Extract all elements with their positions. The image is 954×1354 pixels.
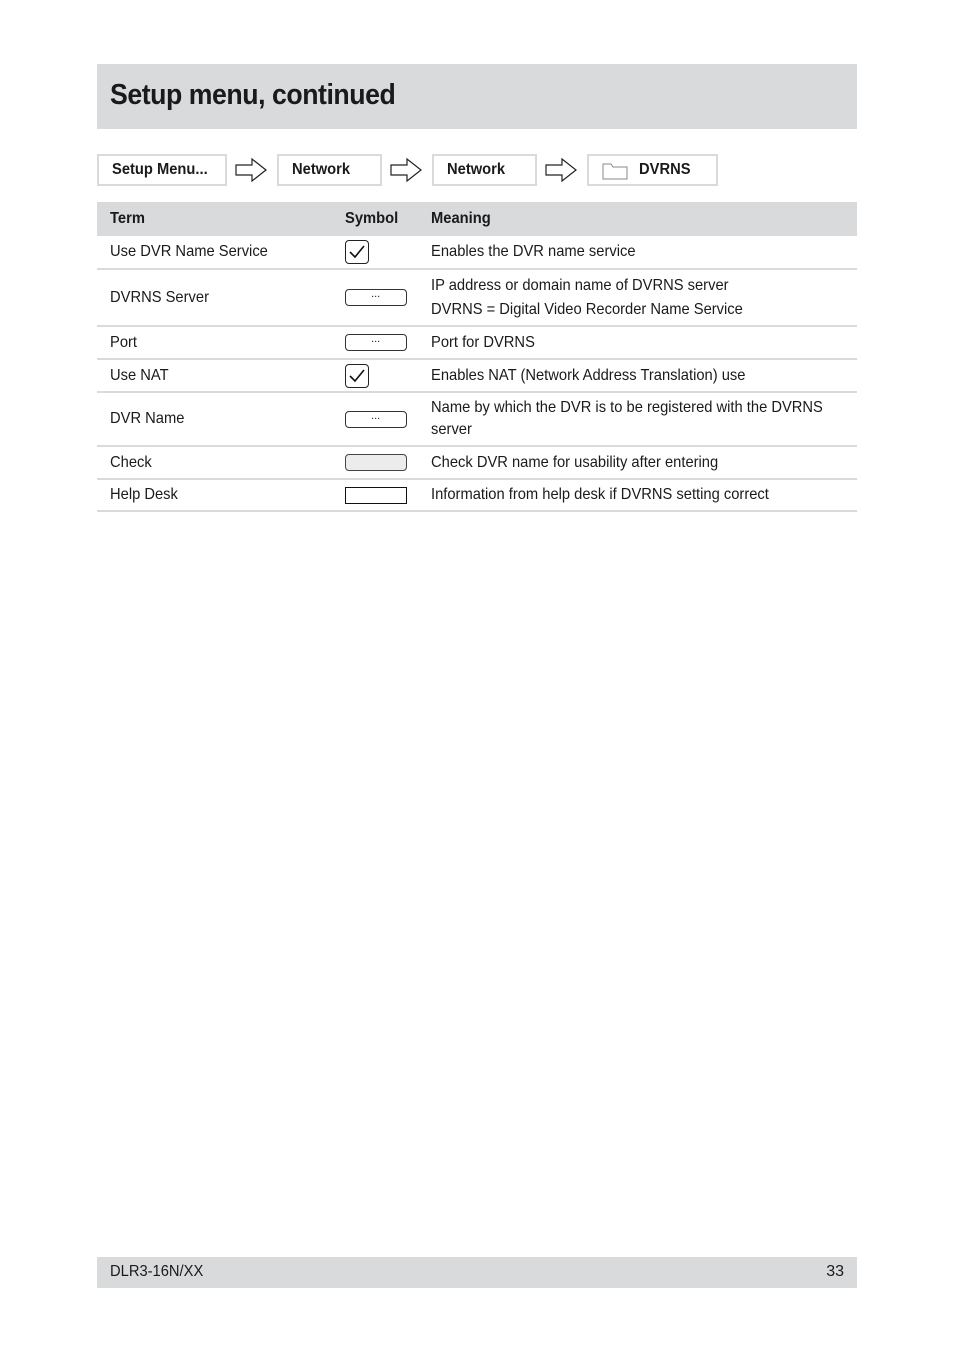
page-title: Setup menu, continued: [110, 79, 396, 111]
breadcrumb-item-dvrns: DVRNS: [587, 154, 718, 186]
meaning-cell: Port for DVRNS: [431, 326, 857, 360]
breadcrumb-item-network-1: Network: [277, 154, 382, 186]
breadcrumb-item-network-2: Network: [432, 154, 537, 186]
checkbox-checked-icon: [344, 240, 369, 264]
input-field-icon: ...: [344, 333, 407, 351]
input-field-icon: ...: [344, 288, 407, 306]
table-row: Help Desk Information from help desk if …: [97, 479, 857, 512]
meaning-cell: Check DVR name for usability after enter…: [431, 446, 857, 480]
display-box-icon: [344, 486, 407, 504]
arrow-right-outline-icon: [390, 157, 422, 183]
column-header-symbol: Symbol: [344, 202, 432, 236]
term-cell: Check: [97, 446, 345, 480]
table-row: Use NAT Enables NAT (Network Address Tra…: [97, 359, 857, 393]
footer-page-number: 33: [826, 1263, 844, 1280]
table-row: Check Check DVR name for usability after…: [97, 446, 857, 480]
meaning-cell: Name by which the DVR is to be registere…: [431, 392, 857, 447]
meaning-cell: Enables the DVR name service: [431, 236, 857, 270]
column-header-term: Term: [97, 202, 345, 236]
button-icon: [344, 454, 407, 471]
term-cell: DVR Name: [97, 392, 345, 447]
breadcrumb-label: Network: [447, 161, 506, 178]
term-cell: DVRNS Server: [97, 269, 345, 327]
symbol-cell: ...: [344, 326, 432, 360]
meaning-cell: Enables NAT (Network Address Translation…: [431, 359, 857, 393]
checkbox-checked-icon: [344, 363, 369, 388]
column-header-meaning: Meaning: [431, 202, 857, 236]
term-cell: Use NAT: [97, 359, 345, 393]
breadcrumb-label: Network: [292, 161, 351, 178]
settings-table: Term Symbol Meaning Use DVR Name Service…: [97, 202, 857, 512]
footer-model: DLR3-16N/XX: [110, 1263, 204, 1280]
breadcrumb-label: Setup Menu...: [112, 161, 208, 178]
breadcrumb-label: DVRNS: [639, 161, 691, 178]
term-cell: Help Desk: [97, 479, 345, 512]
meaning-cell: IP address or domain name of DVRNS serve…: [431, 269, 857, 327]
meaning-cell: Information from help desk if DVRNS sett…: [431, 479, 857, 512]
symbol-cell: ...: [344, 392, 432, 447]
term-cell: Port: [97, 326, 345, 360]
table-row: DVRNS Server ... IP address or domain na…: [97, 269, 857, 327]
symbol-cell: [344, 446, 432, 480]
table-row: Port ... Port for DVRNS: [97, 326, 857, 360]
page-footer: DLR3-16N/XX 33: [97, 1257, 857, 1288]
symbol-cell: ...: [344, 269, 432, 327]
table-row: DVR Name ... Name by which the DVR is to…: [97, 392, 857, 447]
breadcrumb-item-setup-menu: Setup Menu...: [97, 154, 227, 186]
arrow-right-outline-icon: [545, 157, 577, 183]
symbol-cell: [344, 479, 432, 512]
term-cell: Use DVR Name Service: [97, 236, 345, 270]
table-header-row: Term Symbol Meaning: [97, 202, 857, 236]
symbol-cell: [344, 236, 432, 270]
table-row: Use DVR Name Service Enables the DVR nam…: [97, 236, 857, 270]
symbol-cell: [344, 359, 432, 393]
arrow-right-outline-icon: [235, 157, 267, 183]
folder-icon: [602, 163, 628, 180]
input-field-icon: ...: [344, 410, 407, 428]
page-title-bar: Setup menu, continued: [97, 64, 857, 129]
